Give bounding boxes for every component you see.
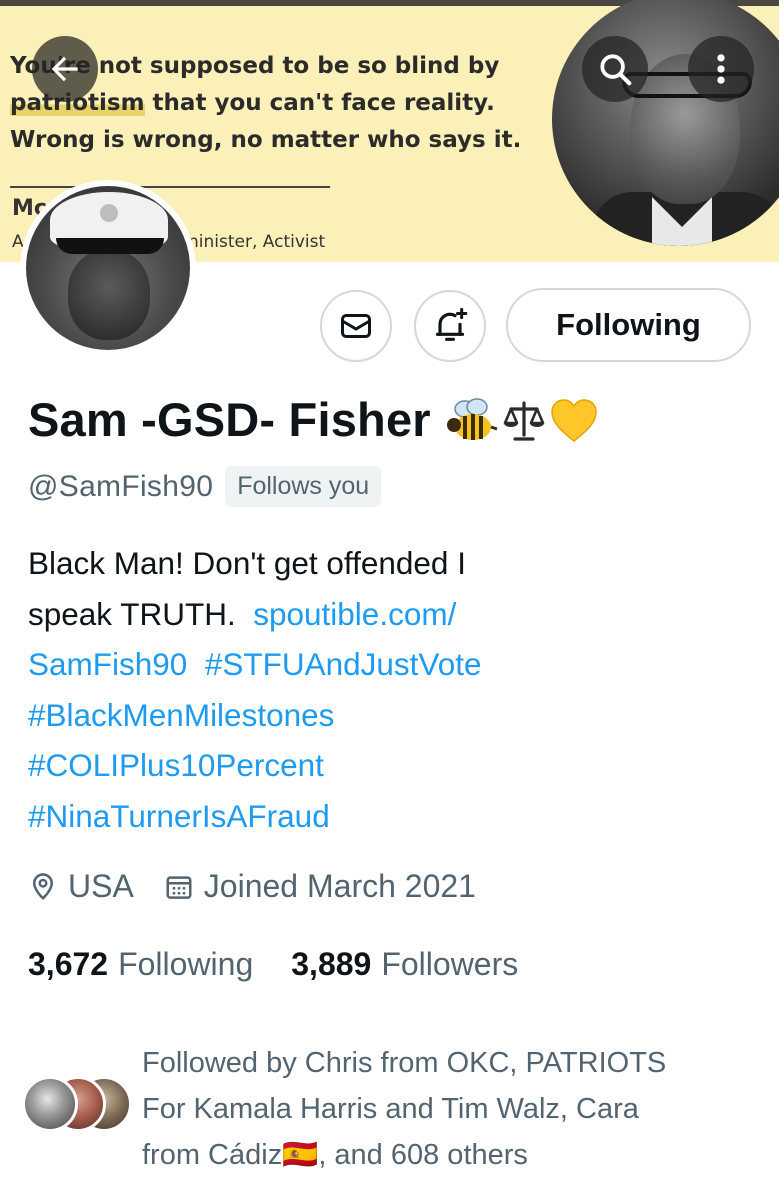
name-emojis xyxy=(445,395,599,445)
bell-plus-icon xyxy=(435,307,468,341)
bio-website-link[interactable]: spoutible.com/ xyxy=(253,596,456,632)
banner-portrait-image xyxy=(552,0,779,246)
more-vertical-icon xyxy=(717,54,725,84)
profile-meta: USA Joined March 2021 xyxy=(28,868,476,905)
followed-by-line-3b: , and 608 others xyxy=(318,1139,528,1171)
hashtag-link[interactable]: #COLIPlus10Percent xyxy=(28,747,324,783)
quote-line-2-rest: that you can't face reality. xyxy=(144,90,495,116)
display-name-text: Sam -GSD- Fisher xyxy=(28,393,431,446)
bio-line-4: #BlackMenMilestones xyxy=(28,690,748,741)
search-button[interactable] xyxy=(582,36,648,102)
message-button[interactable] xyxy=(320,290,392,362)
location-pin-icon xyxy=(32,872,54,900)
following-button[interactable]: Following xyxy=(506,288,751,362)
bio-line-3: SamFish90 #STFUAndJustVote xyxy=(28,639,748,690)
avatar-image xyxy=(26,186,190,350)
hashtag-link[interactable]: #STFUAndJustVote xyxy=(205,646,482,682)
joined-date-text: Joined March 2021 xyxy=(203,868,476,904)
more-options-button[interactable] xyxy=(688,36,754,102)
followers-count: 3,889 xyxy=(291,946,372,982)
quote-divider xyxy=(10,186,330,188)
profile-bio: Black Man! Don't get offended I speak TR… xyxy=(28,538,748,841)
quote-line-3: Wrong is wrong, no matter who says it. xyxy=(10,127,522,153)
bee-emoji-icon xyxy=(446,397,498,440)
follow-stats: 3,672 Following 3,889 Followers xyxy=(28,946,518,983)
location-text: USA xyxy=(68,868,134,904)
bio-line-2: speak TRUTH. spoutible.com/ xyxy=(28,589,748,640)
avatar-cap-visor xyxy=(56,238,164,254)
location-item: USA xyxy=(28,868,134,905)
yellow-heart-emoji-icon xyxy=(551,398,597,442)
mutual-followers-avatars[interactable] xyxy=(22,1076,134,1134)
followed-by-line-1: Followed by Chris from OKC, PATRIOTS xyxy=(142,1047,667,1079)
followers-label: Followers xyxy=(381,946,519,982)
avatar-cap-emblem xyxy=(100,204,118,222)
search-icon xyxy=(600,54,632,86)
follows-you-badge: Follows you xyxy=(225,466,382,507)
followed-by-text[interactable]: Followed by Chris from OKC, PATRIOTS For… xyxy=(142,1040,752,1178)
joined-item: Joined March 2021 xyxy=(164,868,476,905)
user-handle: @SamFish90 xyxy=(28,469,214,503)
spain-flag-emoji: 🇪🇸 xyxy=(282,1139,319,1171)
mutual-avatar xyxy=(22,1076,78,1132)
bio-line-5: #COLIPlus10Percent xyxy=(28,740,748,791)
display-name: Sam -GSD- Fisher xyxy=(28,392,599,447)
followed-by-line-2: For Kamala Harris and Tim Walz, Cara xyxy=(142,1093,639,1125)
arrow-left-icon xyxy=(51,56,78,82)
following-label: Following xyxy=(118,946,254,982)
handle-row: @SamFish90 Follows you xyxy=(28,466,382,507)
bio-line-6: #NinaTurnerIsAFraud xyxy=(28,791,748,842)
calendar-icon xyxy=(166,875,192,899)
scales-emoji-icon xyxy=(503,400,545,441)
bio-line-1: Black Man! Don't get offended I xyxy=(28,545,466,581)
hashtag-link[interactable]: #BlackMenMilestones xyxy=(28,697,334,733)
bio-website-link-cont[interactable]: SamFish90 xyxy=(28,646,187,682)
followed-by-line-3: from Cádiz🇪🇸, and 608 others xyxy=(142,1132,752,1178)
followed-by-line-3a: from Cádiz xyxy=(142,1139,283,1171)
bio-text-2: speak TRUTH. xyxy=(28,595,236,632)
followers-stat[interactable]: 3,889 Followers xyxy=(291,946,518,983)
following-count: 3,672 xyxy=(28,946,109,982)
envelope-icon xyxy=(341,314,371,338)
hashtag-link[interactable]: #NinaTurnerIsAFraud xyxy=(28,798,330,834)
following-stat[interactable]: 3,672 Following xyxy=(28,946,253,983)
notifications-button[interactable] xyxy=(414,290,486,362)
quote-role-tail: ninister, Activist xyxy=(188,232,326,252)
avatar-face xyxy=(68,250,150,340)
profile-avatar[interactable] xyxy=(20,180,196,356)
back-button[interactable] xyxy=(32,36,98,102)
